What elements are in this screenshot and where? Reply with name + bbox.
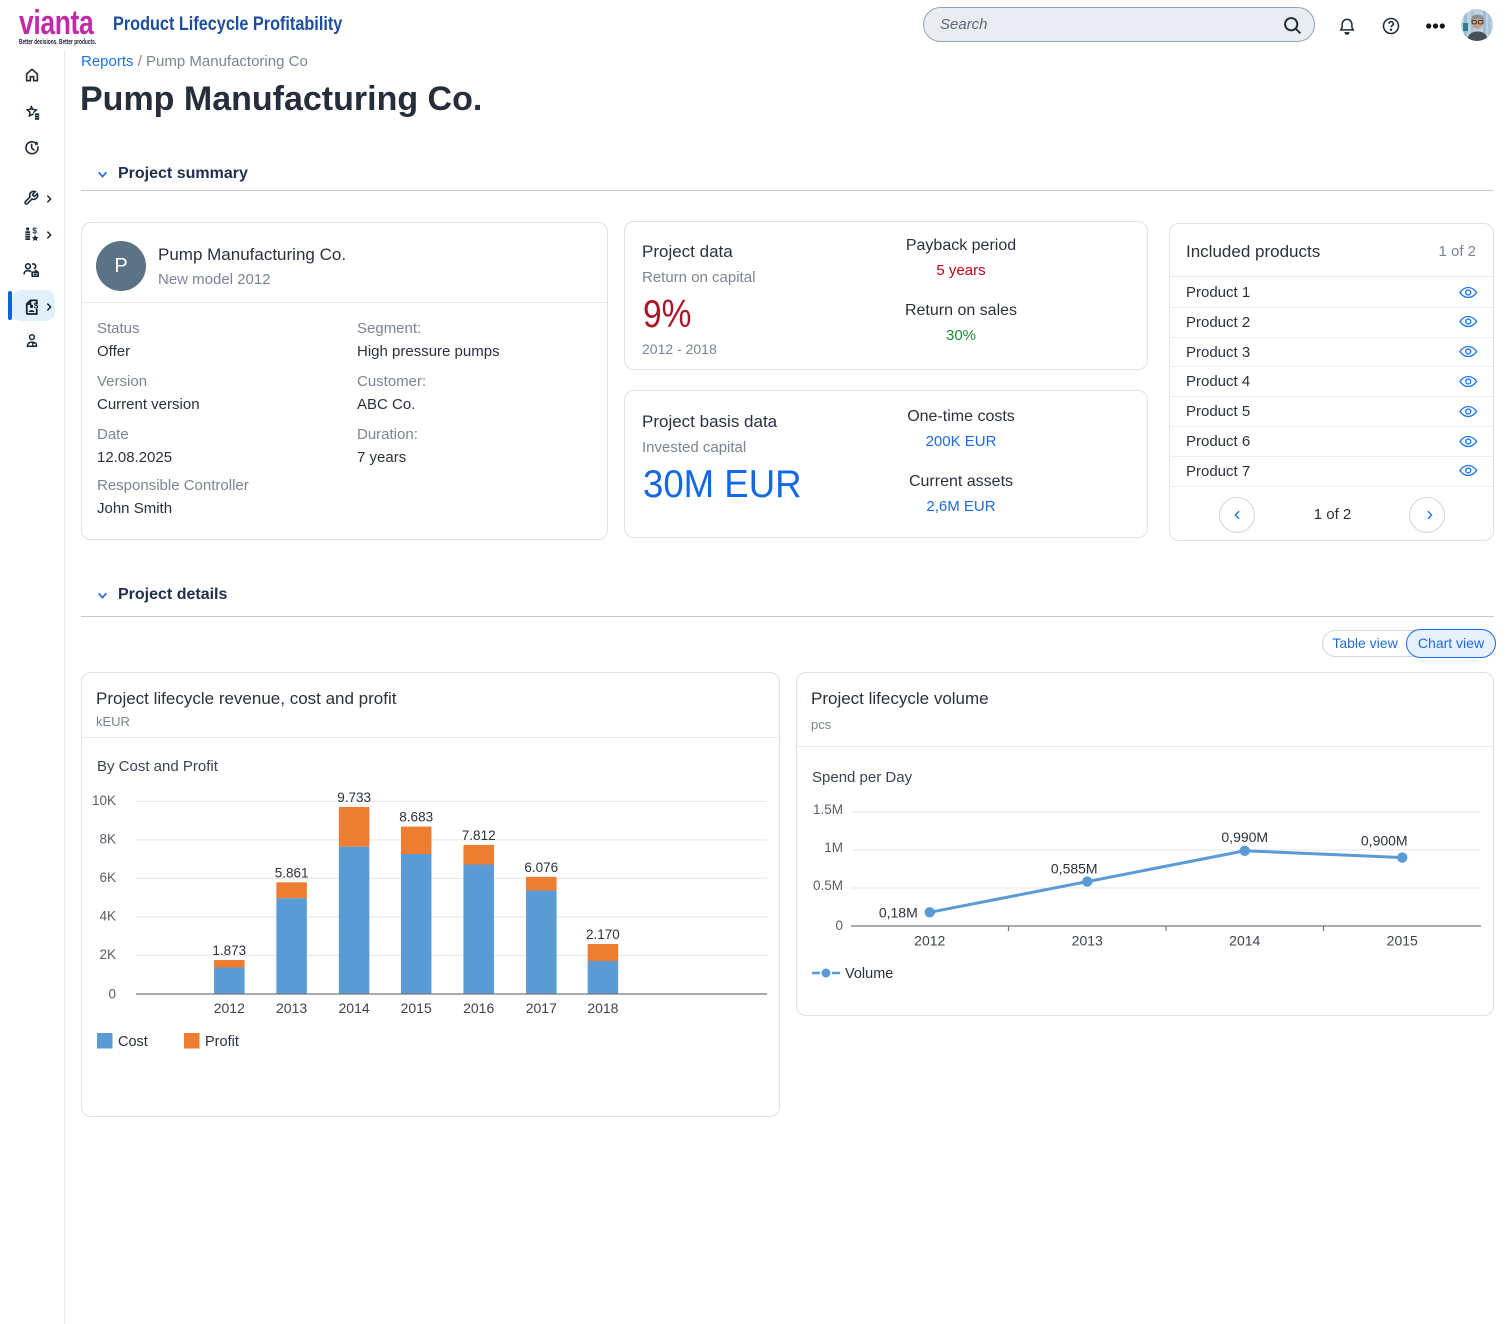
svg-text:2.170: 2.170 [586,927,620,942]
svg-text:2017: 2017 [526,1000,557,1016]
svg-text:1M: 1M [824,840,843,855]
svg-text:7.812: 7.812 [462,828,496,843]
svg-text:0,18M: 0,18M [879,904,918,920]
svg-text:2016: 2016 [463,1000,494,1016]
svg-text:$: $ [33,300,38,310]
svg-text:0,585M: 0,585M [1051,861,1098,877]
svg-text:Volume: Volume [845,966,893,982]
svg-text:0: 0 [108,987,116,1002]
svg-text:1.873: 1.873 [212,943,246,958]
svg-text:2014: 2014 [1229,933,1260,949]
svg-text:2012: 2012 [214,1000,245,1016]
svg-text:5.861: 5.861 [275,865,309,880]
svg-text:Cost: Cost [118,1034,148,1050]
svg-text:$: $ [32,227,37,236]
svg-text:8.683: 8.683 [399,810,433,825]
svg-text:2018: 2018 [587,1000,618,1016]
svg-text:0.5M: 0.5M [813,878,843,893]
svg-text:2013: 2013 [1072,933,1103,949]
svg-text:Profit: Profit [205,1034,239,1050]
svg-text:6K: 6K [99,870,116,885]
svg-text:2015: 2015 [1387,933,1418,949]
svg-text:10K: 10K [92,793,116,808]
svg-text:6.076: 6.076 [524,860,558,875]
svg-text:0: 0 [835,918,843,933]
svg-text:1.5M: 1.5M [813,802,843,817]
svg-text:2012: 2012 [914,933,945,949]
svg-text:4K: 4K [99,908,116,923]
svg-text:0,900M: 0,900M [1361,833,1408,849]
svg-text:2014: 2014 [339,1000,370,1016]
svg-text:2K: 2K [99,947,116,962]
svg-text:2015: 2015 [401,1000,432,1016]
svg-text:0,990M: 0,990M [1221,829,1268,845]
svg-text:8K: 8K [99,831,116,846]
svg-text:9.733: 9.733 [337,790,371,805]
svg-text:2013: 2013 [276,1000,307,1016]
